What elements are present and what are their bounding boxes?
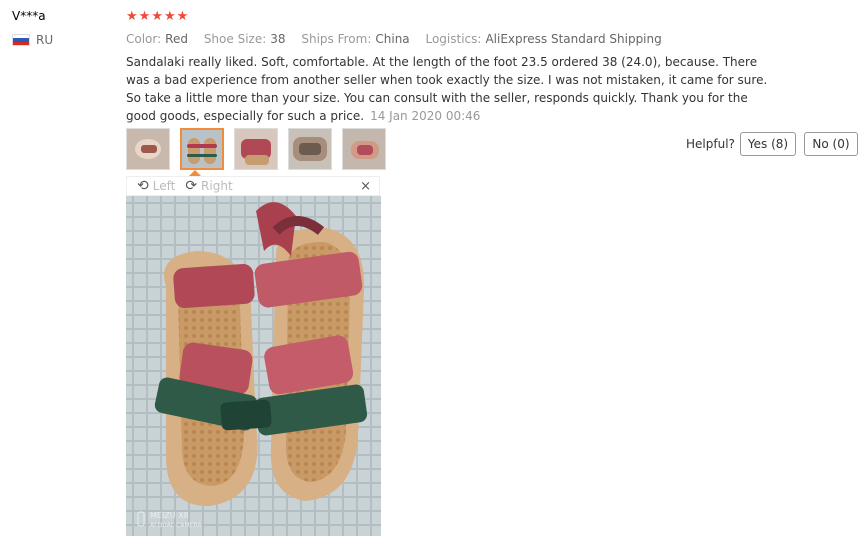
star-rating: ★ ★ ★ ★ ★ (126, 10, 188, 24)
helpful-no-button[interactable]: No (0) (804, 132, 858, 156)
star-icon: ★ (151, 9, 163, 24)
attr-ships-from: Ships From: China (301, 32, 410, 46)
image-viewer-toolbar: ⟲ Left ⟳ Right × (126, 176, 380, 196)
reviewer-name: V***a (12, 9, 46, 23)
attr-shoe-size: Shoe Size: 38 (203, 32, 286, 46)
review-thumbnail-4[interactable] (288, 128, 332, 170)
review-thumbnail-3[interactable] (234, 128, 278, 170)
attr-color: Color: Red (126, 32, 188, 46)
review-date: 14 Jan 2020 00:46 (370, 109, 481, 123)
country-code: RU (36, 33, 54, 47)
rotate-right-label: Right (201, 179, 233, 193)
sandals-photo: MEIZU X8 AI DUAL CAMERA (126, 196, 381, 536)
thumbnail-strip (126, 128, 386, 170)
star-icon: ★ (163, 9, 176, 24)
review-thumbnail-5[interactable] (342, 128, 386, 170)
close-icon[interactable]: × (360, 179, 371, 194)
reviewer-country: RU (12, 33, 53, 47)
helpful-label: Helpful? (686, 137, 735, 151)
review-photo-large: MEIZU X8 AI DUAL CAMERA (126, 196, 381, 536)
watermark-camera: AI DUAL CAMERA (150, 522, 202, 529)
russia-flag-icon (12, 34, 30, 46)
order-attributes: Color: Red Shoe Size: 38 Ships From: China … (126, 32, 674, 46)
attr-logistics: Logistics: AliExpress Standard Shipping (425, 32, 662, 46)
helpful-yes-button[interactable]: Yes (8) (740, 132, 796, 156)
star-icon: ★ (176, 9, 189, 24)
review-thumbnail-2[interactable] (180, 128, 224, 170)
rotate-right-icon: ⟳ (185, 178, 198, 194)
watermark-brand: MEIZU X8 (150, 511, 189, 520)
star-icon: ★ (138, 9, 151, 24)
rotate-left-icon: ⟲ (137, 178, 149, 194)
review-text: Sandalaki really liked. Soft, comfortabl… (126, 53, 776, 125)
star-icon: ★ (126, 9, 138, 24)
rotate-left-label: Left (152, 179, 176, 193)
rotate-left-button[interactable]: ⟲ Left (137, 178, 175, 194)
rotate-right-button[interactable]: ⟳ Right (185, 178, 232, 194)
review-thumbnail-1[interactable] (126, 128, 170, 170)
